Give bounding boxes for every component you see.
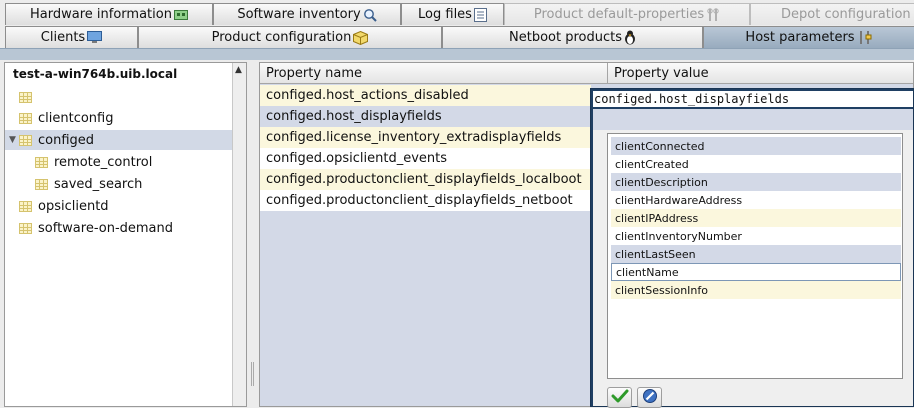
table-row-selected[interactable]: configed.host_displayfields [260, 106, 591, 127]
linux-penguin-icon [624, 30, 636, 45]
hardware-icon [173, 9, 188, 21]
table-icon [35, 178, 48, 190]
list-item[interactable]: clientCreated [611, 155, 901, 173]
tree-node-label: clientconfig [38, 110, 114, 126]
tab-label: Depot configuration [781, 7, 911, 22]
cancel-icon [642, 388, 658, 407]
table-icon [19, 112, 32, 124]
tree-node-configed[interactable]: ▼ configed [5, 130, 232, 150]
monitor-icon [87, 31, 103, 44]
tab-netboot-products[interactable]: Netboot products [442, 26, 703, 48]
table-icon [19, 91, 32, 103]
property-value-editor: configed.host_displayfields clientConnec… [590, 88, 914, 408]
package-icon [353, 30, 369, 45]
value-list: clientConnected clientCreated clientDesc… [607, 133, 903, 379]
ok-button[interactable] [607, 387, 632, 408]
table-icon [35, 156, 48, 168]
list-item-selected[interactable]: clientDescription [611, 173, 901, 191]
tab-product-configuration[interactable]: Product configuration [138, 26, 442, 48]
list-item[interactable]: clientSessionInfo [611, 281, 901, 299]
editor-title: configed.host_displayfields [593, 91, 913, 107]
list-item[interactable]: clientInventoryNumber [611, 227, 901, 245]
magnifier-icon [363, 8, 377, 22]
list-item[interactable]: clientHardwareAddress [611, 191, 901, 209]
column-header-property-name[interactable]: Property name [260, 63, 608, 84]
tab-depot-configuration: Depot configuration [750, 3, 914, 25]
tab-clients[interactable]: Clients [5, 26, 138, 48]
table-row[interactable]: configed.opsiclientd_events [260, 148, 591, 169]
divider-grip[interactable] [251, 362, 254, 386]
table-row[interactable]: configed.host_actions_disabled [260, 85, 591, 106]
tab-software-inventory[interactable]: Software inventory [213, 3, 401, 25]
tree-node-label: saved_search [54, 176, 143, 192]
tab-label: Hardware information [30, 7, 172, 22]
tab-content-border [0, 48, 914, 60]
tab-hardware-information[interactable]: Hardware information [5, 3, 213, 25]
column-header-property-value[interactable]: Property value [608, 63, 913, 84]
list-item-selected[interactable]: clientConnected [611, 137, 901, 155]
table-row[interactable]: configed.license_inventory_extradisplayf… [260, 127, 591, 148]
editor-body: clientConnected clientCreated clientDesc… [593, 109, 913, 408]
tree-node-label: opsiclientd [38, 198, 109, 214]
host-parameters-icon [857, 30, 873, 45]
tree-node-remote-control[interactable]: remote_control [35, 152, 225, 172]
tree-root-hostname: test-a-win764b.uib.local [13, 67, 178, 81]
tab-host-parameters[interactable]: Host parameters [703, 26, 914, 48]
tab-row-top: Hardware information Software inventory … [0, 3, 914, 25]
table-icon [19, 222, 32, 234]
list-item[interactable]: clientIPAddress [611, 209, 901, 227]
tab-label: Host parameters [745, 30, 855, 45]
tab-row-bottom: Clients Product configuration Netboot pr… [0, 26, 914, 48]
tree-node-label: software-on-demand [38, 220, 174, 236]
editor-header-band [593, 109, 913, 130]
tab-log-files[interactable]: Log files [401, 3, 504, 25]
tree-node-empty[interactable] [19, 87, 229, 107]
table-row[interactable]: configed.productonclient_displayfields_l… [260, 169, 591, 190]
tab-label: Product configuration [211, 30, 352, 45]
table-row[interactable]: configed.productonclient_displayfields_n… [260, 190, 591, 211]
tree-node-software-on-demand[interactable]: software-on-demand [19, 218, 229, 238]
tab-label: Software inventory [237, 7, 361, 22]
list-item-selected[interactable]: clientLastSeen [611, 245, 901, 263]
tree-node-label: configed [38, 132, 95, 148]
table-icon [19, 200, 32, 212]
list-item-focused[interactable]: clientName [611, 263, 901, 281]
cancel-button[interactable] [637, 387, 662, 408]
split-pane-divider[interactable] [248, 62, 258, 407]
tree-vertical-scrollbar[interactable]: ▲ [232, 63, 246, 406]
expand-caret-icon[interactable]: ▼ [9, 135, 16, 145]
logfile-icon [473, 7, 487, 22]
tree-node-label: remote_control [54, 154, 153, 170]
tools-icon [706, 7, 720, 22]
tree-node-clientconfig[interactable]: clientconfig [19, 108, 229, 128]
scroll-up-arrow-icon[interactable]: ▲ [235, 65, 242, 75]
table-icon [19, 134, 32, 146]
table-header: Property name Property value [260, 63, 913, 84]
tab-product-default-properties: Product default-properties [504, 3, 750, 25]
tab-label: Product default-properties [533, 7, 705, 22]
tab-label: Log files [418, 7, 472, 22]
tree-node-saved-search[interactable]: saved_search [35, 174, 225, 194]
checkmark-icon [611, 389, 629, 406]
host-parameters-tree: test-a-win764b.uib.local clientconfig ▼ … [4, 62, 247, 407]
tab-label: Netboot products [509, 30, 622, 45]
tree-node-opsiclientd[interactable]: opsiclientd [19, 196, 229, 216]
tab-label: Clients [40, 30, 86, 45]
